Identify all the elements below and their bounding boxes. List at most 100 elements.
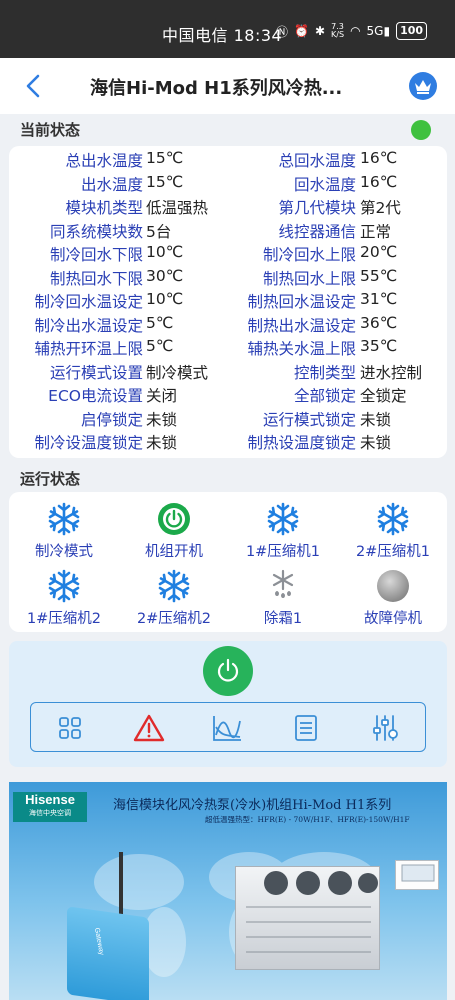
settings-sliders-icon bbox=[373, 715, 398, 741]
status-row: 模块机类型 低温强热 第几代模块 第2代 bbox=[9, 196, 447, 219]
run-status-label: 2#压缩机1 bbox=[355, 544, 431, 560]
function-toolbar bbox=[30, 702, 426, 752]
crown-icon bbox=[415, 80, 431, 94]
status-label: 总出水温度 bbox=[65, 152, 143, 170]
status-value: 5℃ bbox=[146, 337, 174, 355]
status-row: 总出水温度 15℃ 总回水温度 16℃ bbox=[9, 149, 447, 172]
status-label: 模块机类型 bbox=[65, 199, 143, 217]
status-value: 36℃ bbox=[360, 313, 398, 332]
grid-icon bbox=[59, 717, 81, 739]
gateway-device-image bbox=[67, 906, 149, 1000]
status-label: 回水温度 bbox=[293, 175, 356, 194]
status-icons: Ⓝ ⏰ ✱ 7.3 K/S ◠ 5G▮ 100 bbox=[276, 22, 428, 40]
status-label: ECO电流设置 bbox=[48, 387, 143, 405]
banner-subtitle: 超低温强热型：HFR(E) - 70W/H1F、HFR(E)-150W/H1F bbox=[205, 815, 410, 824]
status-label: 制冷回水上限 bbox=[262, 246, 356, 264]
alarm-icon: ⏰ bbox=[294, 24, 309, 38]
vip-button[interactable] bbox=[409, 72, 437, 100]
run-status-item: 故障停机 bbox=[338, 569, 448, 628]
status-row: 制冷回水温设定 10℃ 制热回水温设定 31℃ bbox=[9, 290, 447, 313]
status-label: 启停锁定 bbox=[80, 410, 143, 429]
status-value: 10℃ bbox=[146, 243, 184, 261]
online-status-indicator bbox=[411, 120, 431, 140]
status-label: 制冷出水温设定 bbox=[34, 316, 143, 335]
bluetooth-icon: ✱ bbox=[314, 24, 326, 38]
chart-icon bbox=[213, 716, 241, 741]
status-value: 35℃ bbox=[360, 337, 398, 355]
banner-title: 海信模块化风冷热泵(冷水)机组Hi-Mod H1系列 bbox=[113, 798, 392, 813]
status-label: 总回水温度 bbox=[278, 152, 356, 170]
status-label: 线控器通信 bbox=[278, 222, 356, 241]
status-value: 全锁定 bbox=[360, 387, 407, 405]
status-row: 制冷回水下限 10℃ 制冷回水上限 20℃ bbox=[9, 243, 447, 266]
status-label: 第几代模块 bbox=[278, 199, 356, 217]
status-table: 总出水温度 15℃ 总回水温度 16℃ 出水温度 15℃ 回水温度 16℃ 模块机类型 低温强热 第… bbox=[9, 146, 447, 458]
run-status-label: 1#压缩机2 bbox=[26, 611, 102, 627]
run-status-item: 1#压缩机1 bbox=[228, 502, 338, 561]
status-row: 启停锁定 未锁 运行模式锁定 未锁 bbox=[9, 408, 447, 431]
fault-icon bbox=[376, 569, 410, 603]
control-panel bbox=[9, 641, 447, 767]
wired-controller-image bbox=[395, 860, 439, 890]
alarm-button[interactable] bbox=[133, 712, 165, 744]
page-title: 海信Hi-Mod H1系列风冷热... bbox=[90, 78, 343, 99]
back-button[interactable] bbox=[20, 70, 48, 102]
signal-icon: 5G▮ bbox=[366, 24, 391, 38]
status-value: 未锁 bbox=[360, 410, 392, 429]
status-value: 未锁 bbox=[146, 434, 178, 452]
battery-icon: 100 bbox=[396, 22, 428, 40]
status-value: 31℃ bbox=[360, 290, 398, 308]
status-label: 制热回水上限 bbox=[262, 269, 356, 288]
status-value: 16℃ bbox=[360, 172, 398, 191]
carrier-time: 中国电信 18:34 bbox=[162, 26, 283, 45]
status-row: ECO电流设置 关闭 全部锁定 全锁定 bbox=[9, 384, 447, 407]
status-value: 制冷模式 bbox=[146, 363, 209, 382]
status-row: 运行模式设置 制冷模式 控制类型 进水控制 bbox=[9, 361, 447, 384]
defrost-icon bbox=[266, 569, 300, 603]
status-label: 辅热开环温上限 bbox=[34, 340, 143, 358]
log-button[interactable] bbox=[290, 712, 322, 744]
status-value: 15℃ bbox=[146, 149, 184, 167]
status-row: 制冷设温度锁定 未锁 制热设温度锁定 未锁 bbox=[9, 431, 447, 454]
run-status-label: 故障停机 bbox=[364, 611, 422, 627]
list-icon bbox=[295, 715, 317, 741]
run-status-item: 机组开机 bbox=[119, 502, 229, 561]
run-status-label: 制冷模式 bbox=[35, 544, 93, 560]
status-value: 未锁 bbox=[146, 410, 178, 429]
snowflake-icon bbox=[266, 502, 300, 536]
status-row: 辅热开环温上限 5℃ 辅热关水温上限 35℃ bbox=[9, 337, 447, 360]
status-value: 10℃ bbox=[146, 290, 184, 308]
status-label: 制热设温度锁定 bbox=[247, 434, 356, 452]
status-label: 制热回水下限 bbox=[49, 269, 143, 288]
power-on-icon bbox=[157, 502, 191, 536]
chevron-left-icon bbox=[26, 74, 40, 98]
curve-button[interactable] bbox=[211, 712, 243, 744]
run-status-label: 2#压缩机2 bbox=[136, 611, 212, 627]
status-label: 制热出水温设定 bbox=[247, 316, 356, 335]
grid-button[interactable] bbox=[54, 712, 86, 744]
snowflake-icon bbox=[157, 569, 191, 603]
power-button[interactable] bbox=[203, 646, 253, 696]
status-value: 进水控制 bbox=[360, 363, 423, 382]
hisense-logo: Hisense 海信中央空调 bbox=[13, 792, 87, 822]
nfc-icon: Ⓝ bbox=[276, 24, 289, 39]
status-label: 制冷回水温设定 bbox=[34, 293, 143, 311]
status-label: 同系统模块数 bbox=[49, 222, 143, 241]
system-status-bar: 中国电信 18:34 Ⓝ ⏰ ✱ 7.3 K/S ◠ 5G▮ 100 bbox=[0, 0, 455, 58]
status-value: 低温强热 bbox=[146, 199, 209, 217]
status-value: 16℃ bbox=[360, 149, 398, 167]
status-value: 15℃ bbox=[146, 172, 184, 191]
status-value: 未锁 bbox=[360, 434, 392, 452]
snowflake-icon bbox=[47, 502, 81, 536]
status-label: 控制类型 bbox=[293, 363, 356, 382]
settings-button[interactable] bbox=[369, 712, 401, 744]
power-icon bbox=[217, 658, 239, 682]
status-label: 辅热关水温上限 bbox=[247, 340, 356, 358]
run-status-item: 2#压缩机1 bbox=[338, 502, 448, 561]
section-title-current-status: 当前状态 bbox=[20, 121, 81, 139]
status-label: 运行模式设置 bbox=[49, 363, 143, 382]
network-speed: 7.3 K/S bbox=[331, 22, 345, 39]
status-label: 运行模式锁定 bbox=[262, 410, 356, 429]
run-status-item: 2#压缩机2 bbox=[119, 569, 229, 628]
run-status-label: 机组开机 bbox=[145, 544, 203, 560]
